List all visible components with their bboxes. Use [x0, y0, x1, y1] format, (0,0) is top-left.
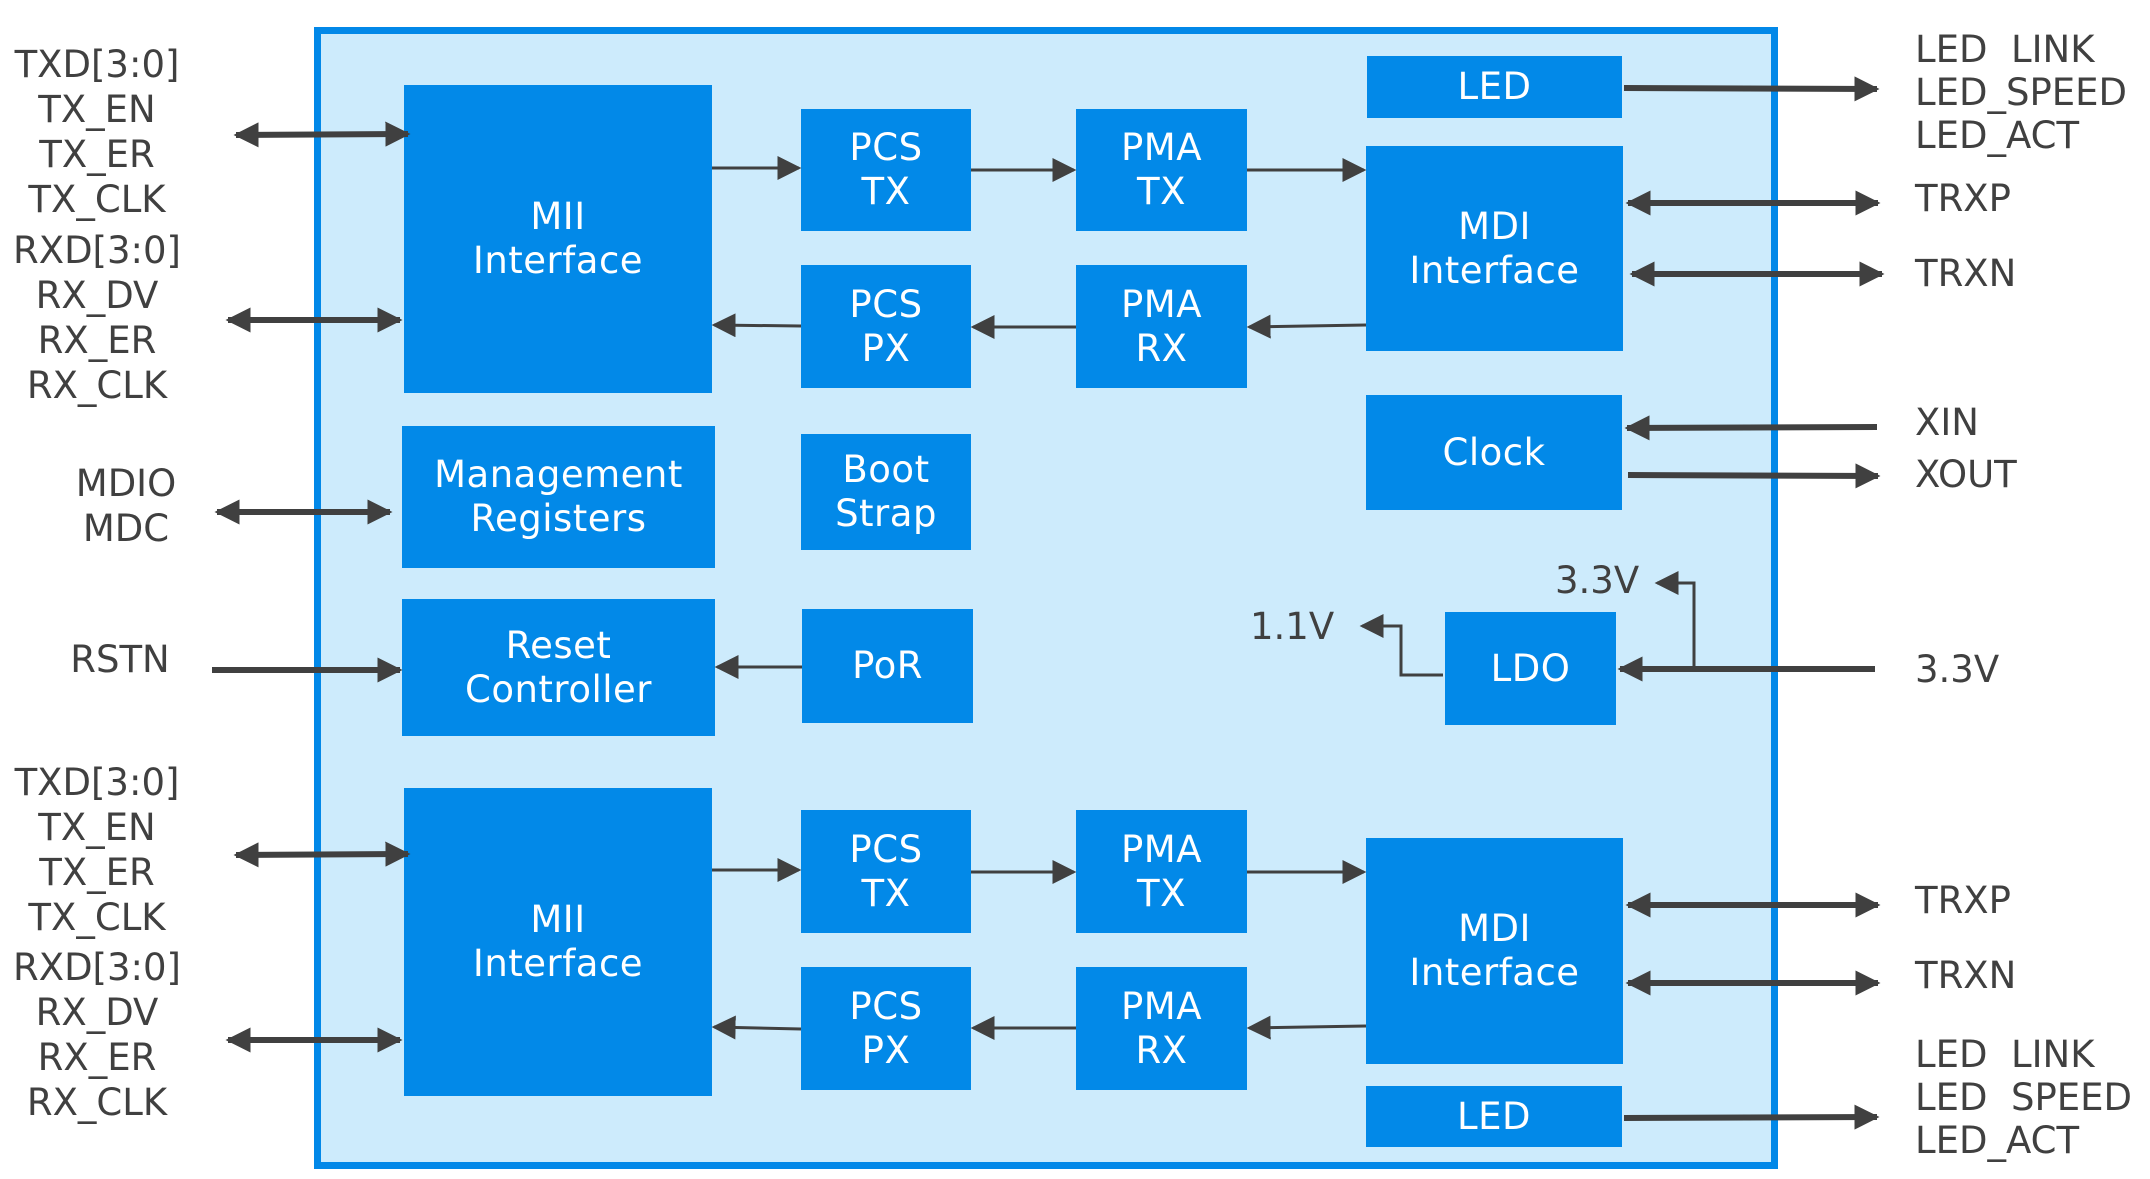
arrow-pcs-px-to-mii-top: [711, 313, 802, 338]
connection-arrows: [212, 76, 1885, 1130]
arrow-3v3-internal: [1654, 571, 1696, 669]
arrow-pcs-px-to-mii-bottom: [711, 1015, 802, 1040]
arrow-mdi-to-pma-rx-bottom: [1246, 1015, 1367, 1040]
arrow-xin: [1624, 415, 1878, 441]
arrow-mdi-to-pma-rx-top: [1246, 314, 1367, 339]
arrow-mii-tx-bottom: [233, 841, 411, 868]
arrow-xout: [1627, 463, 1881, 489]
arrow-ldo-to-1v1: [1359, 614, 1443, 677]
arrow-mii-tx-top: [233, 121, 411, 148]
arrow-led-out-bottom: [1623, 1104, 1880, 1130]
arrow-led-out-top: [1623, 76, 1880, 102]
